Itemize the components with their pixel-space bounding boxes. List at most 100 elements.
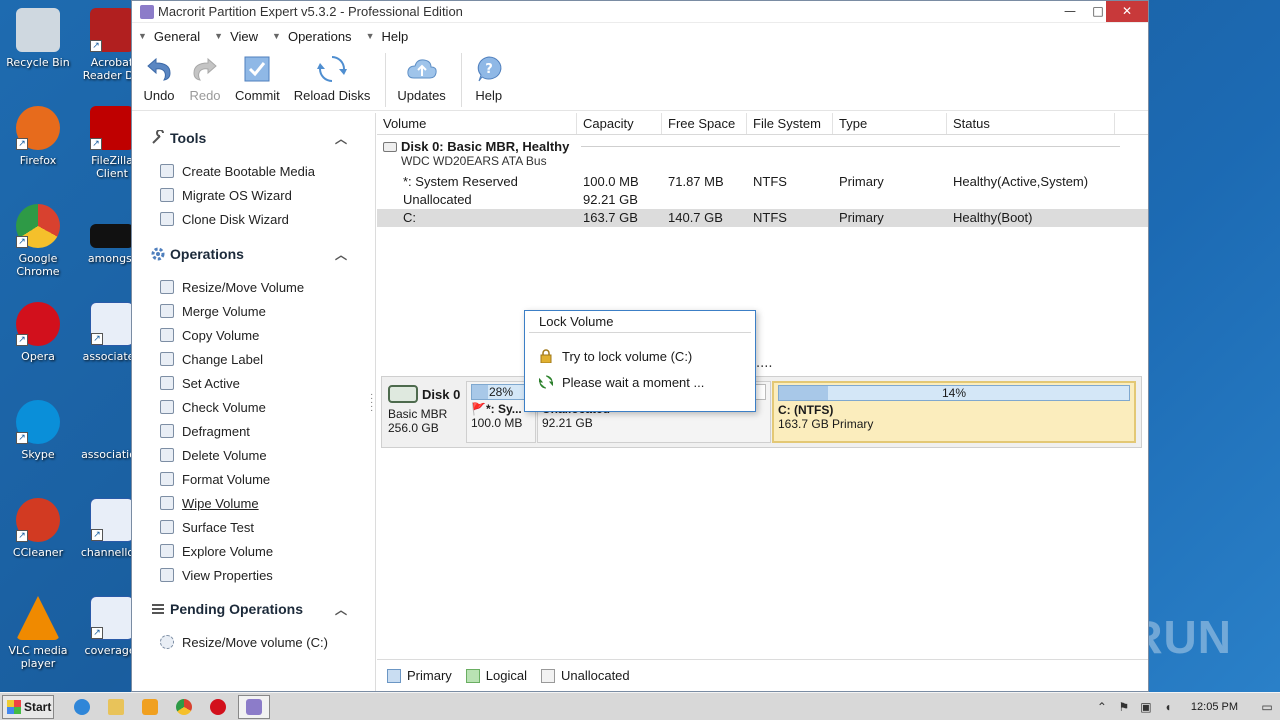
skype-icon: ↗: [16, 400, 60, 444]
sidebar-item-wipe[interactable]: Wipe Volume: [132, 491, 375, 515]
svg-text:?: ?: [485, 62, 493, 77]
column-header-file-system[interactable]: File System: [747, 113, 833, 134]
opera-icon: ↗: [16, 302, 60, 346]
word-document-icon: ↗: [90, 498, 134, 542]
sidebar-item-delete[interactable]: Delete Volume: [132, 443, 375, 467]
column-header-free-space[interactable]: Free Space: [662, 113, 747, 134]
column-header-type[interactable]: Type: [833, 113, 947, 134]
help-icon: ?: [473, 53, 505, 85]
migrate-icon: [160, 188, 174, 202]
sidebar-item-clone-disk[interactable]: Clone Disk Wizard: [132, 207, 375, 231]
redo-button[interactable]: Redo: [184, 49, 226, 103]
tools-section-header[interactable]: Tools ︿: [132, 126, 375, 150]
disk-row[interactable]: Disk 0: Basic MBR, Healthy WDC WD20EARS …: [377, 135, 1148, 171]
system-tray: ⌃ ⚑ ▣ ◖ 12:05 PM ▭: [1087, 695, 1274, 719]
desktop-icon-chrome[interactable]: ↗ Google Chrome: [0, 204, 76, 278]
hard-disk-icon: [388, 385, 418, 403]
sidebar-item-copy[interactable]: Copy Volume: [132, 323, 375, 347]
desktop-icon-label: Recycle Bin: [6, 56, 70, 69]
tray-expand-icon[interactable]: ⌃: [1095, 701, 1109, 713]
sidebar-item-resize-move[interactable]: Resize/Move Volume: [132, 275, 375, 299]
updates-button[interactable]: Updates: [392, 49, 450, 103]
sidebar-item-explore[interactable]: Explore Volume: [132, 539, 375, 563]
collapse-icon[interactable]: ︿: [335, 130, 347, 147]
desktop-icon-skype[interactable]: ↗ Skype: [0, 400, 76, 461]
clone-icon: [160, 212, 174, 226]
collapse-icon[interactable]: ︿: [335, 601, 347, 618]
menu-general[interactable]: ▼ General: [138, 29, 200, 44]
taskbar-partition-expert[interactable]: [238, 694, 270, 719]
menu-view[interactable]: ▼ View: [214, 29, 258, 44]
operations-section-header[interactable]: Operations ︿: [132, 242, 375, 266]
window-title: Macrorit Partition Expert v5.3.2 - Profe…: [158, 4, 463, 19]
word-document-icon: ↗: [90, 302, 134, 346]
sidebar-item-merge[interactable]: Merge Volume: [132, 299, 375, 323]
taskbar-ie[interactable]: [68, 695, 96, 719]
sidebar-item-surface-test[interactable]: Surface Test: [132, 515, 375, 539]
menu-operations[interactable]: ▼ Operations: [272, 29, 352, 44]
undo-icon: [143, 53, 175, 85]
desktop-icon-ccleaner[interactable]: ↗ CCleaner: [0, 498, 76, 559]
disk-map: Disk 0 Basic MBR 256.0 GB 28% 🚩*: Sy... …: [381, 376, 1142, 448]
disk-map-info[interactable]: Disk 0 Basic MBR 256.0 GB: [388, 385, 466, 435]
sidebar-item-set-active[interactable]: Set Active: [132, 371, 375, 395]
collapse-icon[interactable]: ︿: [335, 246, 347, 263]
table-row-selected[interactable]: C: 163.7 GB 140.7 GB NTFS Primary Health…: [377, 209, 1148, 227]
recycle-bin-icon: [16, 8, 60, 52]
clock[interactable]: 12:05 PM: [1191, 701, 1238, 713]
usb-icon: [160, 164, 174, 178]
table-row[interactable]: *: System Reserved 100.0 MB 71.87 MB NTF…: [377, 173, 1148, 191]
pending-operation-item[interactable]: Resize/Move volume (C:): [132, 630, 375, 654]
desktop-icon-opera[interactable]: ↗ Opera: [0, 302, 76, 363]
lock-volume-dialog: Lock Volume Try to lock volume (C:) Plea…: [524, 310, 756, 412]
column-header-status[interactable]: Status: [947, 113, 1115, 134]
sidebar-item-properties[interactable]: View Properties: [132, 563, 375, 587]
taskbar-chrome[interactable]: [170, 695, 198, 719]
volume-icon[interactable]: ◖: [1161, 701, 1175, 713]
reload-disks-button[interactable]: Reload Disks: [289, 49, 376, 103]
network-icon[interactable]: ▣: [1139, 701, 1153, 713]
column-header-volume[interactable]: Volume: [377, 113, 577, 134]
file-icon: [90, 400, 134, 444]
volume-table-header: Volume Capacity Free Space File System T…: [377, 113, 1148, 135]
table-row[interactable]: Unallocated 92.21 GB: [377, 191, 1148, 209]
desktop-icon-recycle-bin[interactable]: Recycle Bin: [0, 8, 76, 69]
partition-c[interactable]: 14% C: (NTFS) 163.7 GB Primary: [772, 381, 1136, 443]
chevron-down-icon: ▼: [365, 31, 375, 41]
commit-button[interactable]: Commit: [230, 49, 285, 103]
desktop-icon-vlc[interactable]: VLC media player: [0, 596, 76, 670]
help-button[interactable]: ? Help: [468, 49, 510, 103]
menu-bar: ▼ General ▼ View ▼ Operations ▼ Help: [132, 23, 1148, 49]
start-button[interactable]: Start: [2, 694, 54, 719]
flag-icon[interactable]: ⚑: [1117, 701, 1131, 713]
menu-help[interactable]: ▼ Help: [366, 29, 409, 44]
chevron-down-icon: ▼: [138, 31, 147, 41]
sidebar-item-change-label[interactable]: Change Label: [132, 347, 375, 371]
legend-unallocated: Unallocated: [540, 668, 630, 683]
merge-icon: [160, 304, 174, 318]
undo-button[interactable]: Undo: [138, 49, 180, 103]
firefox-icon: ↗: [16, 106, 60, 150]
tag-icon: [160, 352, 174, 366]
minimize-button[interactable]: —: [1056, 1, 1084, 22]
usage-bar: 28%: [471, 384, 531, 400]
taskbar-media-player[interactable]: [136, 695, 164, 719]
folder-icon: [160, 544, 174, 558]
taskbar-explorer[interactable]: [102, 695, 130, 719]
splitter-grip[interactable]: · · · · ·: [370, 390, 373, 416]
sidebar-item-migrate-os[interactable]: Migrate OS Wizard: [132, 183, 375, 207]
sidebar-item-format[interactable]: Format Volume: [132, 467, 375, 491]
sidebar-item-defragment[interactable]: Defragment: [132, 419, 375, 443]
show-desktop-icon[interactable]: ▭: [1260, 701, 1274, 713]
pending-section-header[interactable]: Pending Operations ︿: [132, 597, 375, 621]
chevron-down-icon: ▼: [272, 31, 281, 41]
file-icon: [90, 224, 134, 248]
desktop-icon-label: Google Chrome: [16, 252, 60, 278]
sidebar-item-check-volume[interactable]: Check Volume: [132, 395, 375, 419]
sidebar-item-create-bootable-media[interactable]: Create Bootable Media: [132, 159, 375, 183]
close-button[interactable]: ✕: [1106, 1, 1148, 22]
title-bar[interactable]: Macrorit Partition Expert v5.3.2 - Profe…: [132, 1, 1148, 23]
desktop-icon-firefox[interactable]: ↗ Firefox: [0, 106, 76, 167]
column-header-capacity[interactable]: Capacity: [577, 113, 662, 134]
taskbar-opera[interactable]: [204, 695, 232, 719]
